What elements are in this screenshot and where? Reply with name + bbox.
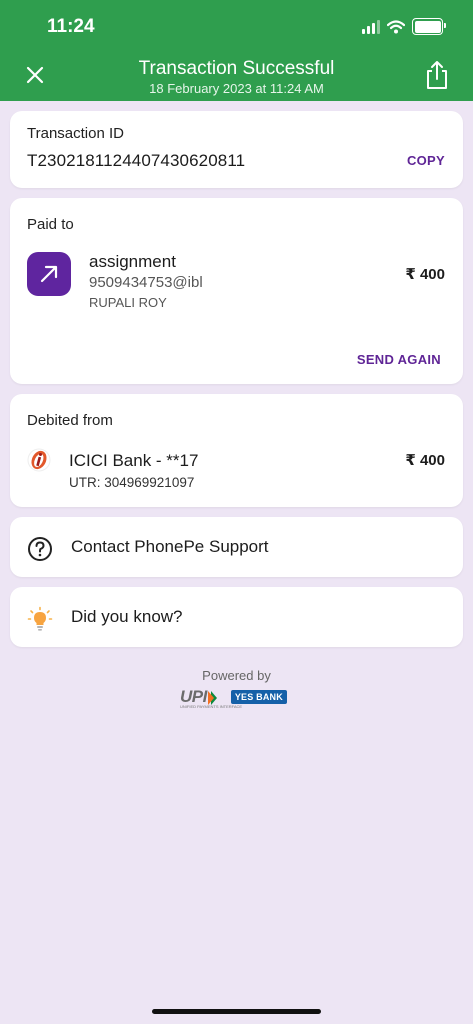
- transaction-id-value: T2302181124407430620811: [27, 151, 246, 170]
- send-again-button[interactable]: SEND AGAIN: [357, 352, 441, 367]
- debited-from-label: Debited from: [27, 412, 113, 429]
- help-circle-icon: [28, 537, 52, 561]
- bank-account: ICICI Bank - **17: [69, 451, 199, 470]
- powered-by-label: Powered by: [202, 668, 271, 683]
- wifi-icon: [387, 19, 405, 33]
- home-indicator[interactable]: [152, 1009, 321, 1014]
- share-icon[interactable]: [424, 59, 450, 91]
- icici-bank-logo-icon: [27, 448, 51, 472]
- contact-support-row[interactable]: Contact PhonePe Support: [10, 517, 463, 577]
- partner-logos: UPI UNIFIED PAYMENTS INTERFACE YES BANK: [180, 687, 287, 709]
- transaction-id-card: Transaction ID T2302181124407430620811 C…: [10, 111, 463, 188]
- payee-registered-name: RUPALI ROY: [89, 295, 167, 310]
- transaction-date: 18 February 2023 at 11:24 AM: [149, 81, 324, 96]
- header-bar: 11:24 Transaction Successful 18 February…: [0, 0, 473, 101]
- utr-number: UTR: 304969921097: [69, 475, 195, 490]
- paid-amount: ₹ 400: [405, 266, 445, 283]
- did-you-know-row[interactable]: Did you know?: [10, 587, 463, 647]
- upi-logo: UPI UNIFIED PAYMENTS INTERFACE: [180, 687, 243, 709]
- paid-to-card: Paid to assignment 9509434753@ibl RUPALI…: [10, 198, 463, 384]
- yes-bank-logo: YES BANK: [230, 689, 287, 704]
- battery-icon: [412, 18, 446, 35]
- cellular-signal-icon: [362, 19, 380, 34]
- copy-button[interactable]: COPY: [407, 153, 445, 168]
- payee-avatar: [27, 252, 71, 296]
- transaction-id-label: Transaction ID: [27, 125, 124, 142]
- debited-amount: ₹ 400: [405, 452, 445, 469]
- status-icons: [362, 18, 446, 35]
- debited-from-card: Debited from ICICI Bank - **17 UTR: 3049…: [10, 394, 463, 507]
- status-time: 11:24: [47, 16, 95, 37]
- upi-logo-subtext: UNIFIED PAYMENTS INTERFACE: [180, 704, 243, 709]
- did-you-know-label: Did you know?: [71, 607, 183, 626]
- contact-support-label: Contact PhonePe Support: [71, 537, 269, 556]
- arrow-up-right-icon: [40, 265, 58, 283]
- lightbulb-icon: [27, 606, 53, 631]
- payee-upi-id: 9509434753@ibl: [89, 274, 203, 291]
- paid-to-label: Paid to: [27, 216, 74, 233]
- payee-name: assignment: [89, 252, 176, 271]
- page-title: Transaction Successful: [138, 58, 335, 79]
